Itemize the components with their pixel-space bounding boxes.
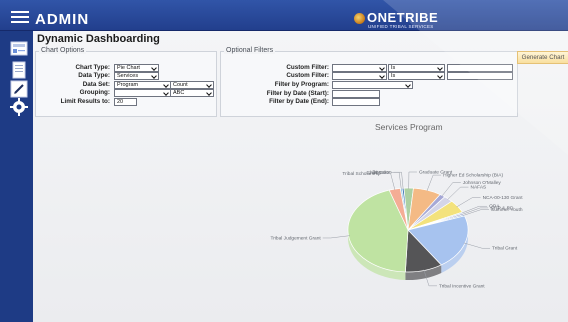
- pie-label-connector: [447, 186, 469, 200]
- data-set-aggregate-select[interactable]: Count: [170, 81, 214, 89]
- pie-label-connector: [393, 171, 404, 190]
- pie-label-connector: [322, 235, 350, 239]
- limit-results-label: Limit Results to:: [60, 98, 110, 105]
- pie-label-connector: [408, 171, 417, 189]
- sidebar-settings-gear-icon[interactable]: [10, 98, 28, 116]
- onetribe-emblem-icon: [354, 13, 365, 24]
- brand-subtitle: UNIFIED TRIBAL SERVICES: [368, 24, 434, 29]
- pie-slice-label: Tribal Scholarship: [342, 171, 381, 177]
- pie-label-connector: [382, 173, 396, 190]
- pie-slice-label: NCA-00-130 Grant: [483, 195, 524, 201]
- pie-slice-label: NAFAS: [470, 185, 486, 191]
- date-end-label: Filter by Date (End):: [269, 98, 329, 105]
- date-start-label: Filter by Date (Start):: [266, 90, 329, 97]
- app-title: ADMIN: [35, 11, 90, 28]
- pie-slice-label: Summer Youth: [491, 207, 523, 213]
- hamburger-menu-icon[interactable]: [11, 11, 29, 23]
- filter-by-program-select[interactable]: [332, 81, 413, 89]
- pie-label-connector: [426, 174, 442, 192]
- main-content: Dynamic Dashboarding Chart Options Chart…: [33, 31, 568, 322]
- pie-slice-label: Tribal Incentive Grant: [439, 283, 485, 289]
- grouping-select[interactable]: [114, 89, 171, 97]
- filter-by-program-label: Filter by Program:: [274, 81, 329, 88]
- pie-slice-label: Higher Ed Scholarship (BIA): [443, 173, 503, 179]
- chart-options-panel: Chart Options Chart Type: Pie Chart Data…: [35, 47, 217, 117]
- optional-filters-panel: Optional Filters Custom Filter: Is Custo…: [220, 47, 518, 117]
- custom-filter-2-value-input[interactable]: [447, 72, 513, 80]
- date-end-input[interactable]: [332, 98, 380, 106]
- custom-filter-2-field-select[interactable]: [332, 72, 387, 80]
- pie-chart: Child CareDonation Graduate GrantHigher E…: [271, 170, 524, 290]
- pie-label-connector: [456, 197, 481, 208]
- sidebar-documents-icon[interactable]: [10, 61, 28, 79]
- sidebar-dashboard-icon[interactable]: [10, 40, 28, 58]
- custom-filter-1-operator-select[interactable]: Is: [388, 64, 445, 72]
- optional-filters-legend: Optional Filters: [224, 47, 276, 54]
- sidebar-edit-icon[interactable]: [10, 80, 28, 98]
- app-header: ADMIN ONETRIBE UNIFIED TRIBAL SERVICES: [0, 0, 568, 31]
- grouping-sort-select[interactable]: ABC: [170, 89, 214, 97]
- custom-filter-1-field-select[interactable]: [332, 64, 387, 72]
- page-title: Dynamic Dashboarding: [37, 33, 160, 45]
- date-start-input[interactable]: [332, 90, 380, 98]
- data-set-select[interactable]: Program: [114, 81, 171, 89]
- data-set-label: Data Set:: [82, 81, 110, 88]
- generate-chart-button[interactable]: Generate Chart: [517, 51, 568, 64]
- pie-slice-label: Tribal Grant: [492, 246, 518, 252]
- chart-type-label: Chart Type:: [75, 64, 110, 71]
- grouping-label: Grouping:: [79, 89, 110, 96]
- chart-options-legend: Chart Options: [39, 47, 87, 54]
- sidebar: [0, 31, 33, 322]
- pie-slice-label: Tribal Judgement Grant: [271, 235, 322, 241]
- brand-logo: ONETRIBE UNIFIED TRIBAL SERVICES: [354, 10, 474, 30]
- custom-filter-1-value-input[interactable]: [447, 64, 513, 72]
- custom-filter-1-label: Custom Filter:: [286, 64, 329, 71]
- brand-name: ONETRIBE: [367, 10, 439, 25]
- custom-filter-2-operator-select[interactable]: Is: [388, 72, 445, 80]
- data-type-select[interactable]: Services: [114, 72, 159, 80]
- data-type-label: Data Type:: [78, 72, 110, 79]
- custom-filter-2-label: Custom Filter:: [286, 72, 329, 79]
- pie-label-connector: [463, 242, 491, 249]
- chart-type-select[interactable]: Pie Chart: [114, 64, 159, 72]
- limit-results-input[interactable]: 20: [114, 98, 137, 106]
